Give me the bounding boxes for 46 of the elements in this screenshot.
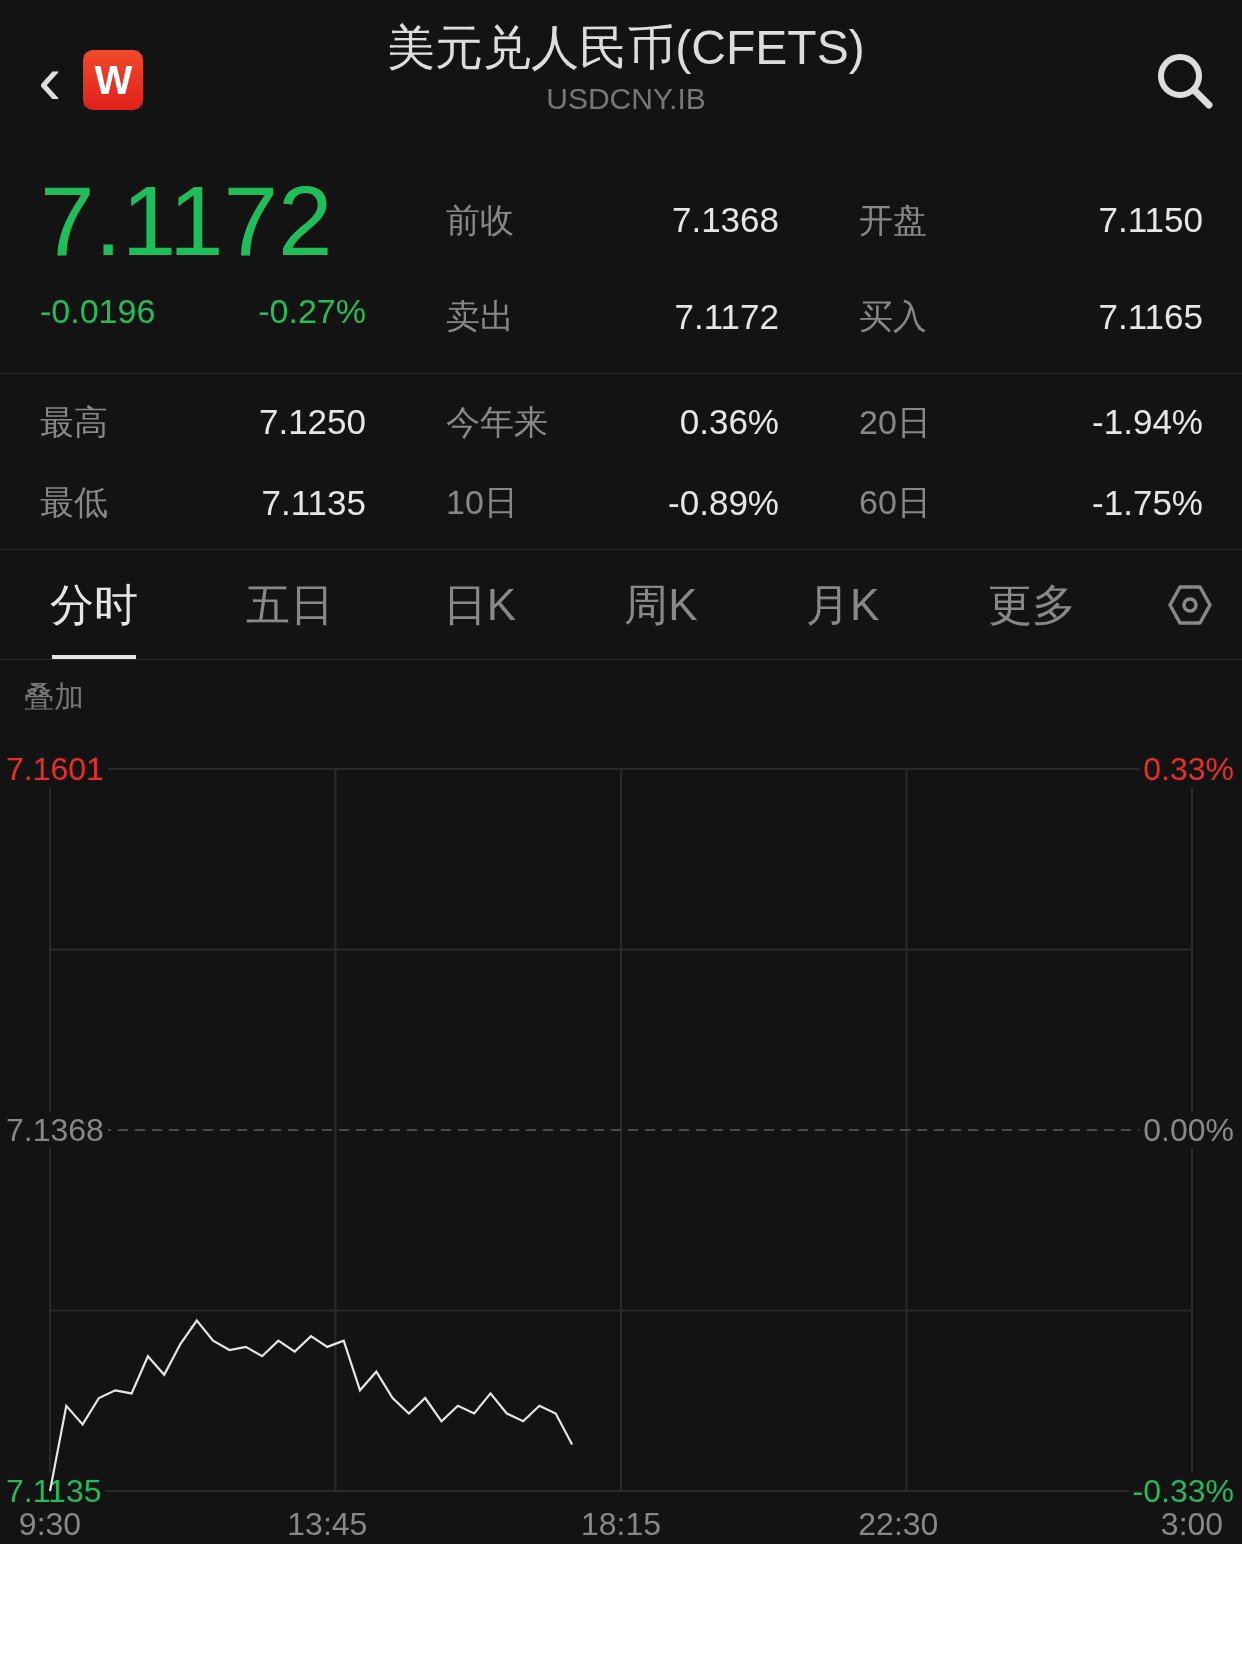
x-axis-label: 9:30 <box>18 1506 82 1542</box>
stat-label: 10日 <box>446 482 518 524</box>
stat-value: -1.75% <box>1092 481 1203 524</box>
x-axis-label: 3:00 <box>1160 1506 1224 1542</box>
stat-value: 0.36% <box>679 401 779 443</box>
y-axis-label: 7.1135 <box>6 1473 102 1509</box>
back-button[interactable]: ‹ <box>38 45 62 115</box>
overlay-label[interactable]: 叠加 <box>0 660 84 719</box>
last-price: 7.1172 <box>40 172 334 270</box>
stat-label: 最高 <box>40 401 108 443</box>
y-axis-label: 7.1601 <box>6 751 104 787</box>
stat-label: 最低 <box>40 482 108 524</box>
page-title: 美元兑人民币(CFETS) <box>387 19 865 76</box>
settings-icon[interactable] <box>1167 582 1212 627</box>
stat-label: 60日 <box>859 482 931 524</box>
stat-value: 7.1368 <box>671 199 779 241</box>
symbol-code: USDCNY.IB <box>545 81 707 118</box>
stat-label: 开盘 <box>859 199 927 241</box>
app-logo: W <box>83 50 144 110</box>
x-axis-label: 18:15 <box>580 1506 662 1542</box>
stat-label: 前收 <box>446 199 514 241</box>
percent-axis-label: 0.33% <box>1143 751 1234 787</box>
stat-label: 买入 <box>859 296 927 338</box>
stat-value: 7.1250 <box>258 401 366 443</box>
chart-tab[interactable]: 更多 <box>971 550 1092 659</box>
chart-tab[interactable]: 周K <box>608 550 714 659</box>
stat-value: 7.1172 <box>674 295 779 338</box>
stat-value: 7.1165 <box>1098 295 1203 338</box>
percent-axis-label: 0.00% <box>1143 1112 1234 1148</box>
chart-tab[interactable]: 日K <box>426 550 532 659</box>
price-change: -0.0196 <box>40 291 156 332</box>
chart-tab[interactable]: 分时 <box>34 550 154 659</box>
chart-tab[interactable]: 五日 <box>230 550 351 659</box>
y-axis-label: 7.1368 <box>6 1112 104 1148</box>
x-axis-label: 22:30 <box>858 1506 939 1542</box>
stat-value: -0.89% <box>668 481 779 524</box>
stat-label: 今年来 <box>446 401 548 443</box>
stat-value: -1.94% <box>1092 401 1203 443</box>
stat-label: 卖出 <box>446 296 514 338</box>
chart-tab[interactable]: 月K <box>789 550 896 659</box>
x-axis-label: 13:45 <box>287 1506 368 1542</box>
stat-label: 20日 <box>859 401 931 443</box>
stat-value: 7.1150 <box>1098 199 1203 241</box>
percent-axis-label: -0.33% <box>1132 1473 1234 1509</box>
stat-value: 7.1135 <box>261 481 366 524</box>
percent-change: -0.27% <box>258 291 366 332</box>
